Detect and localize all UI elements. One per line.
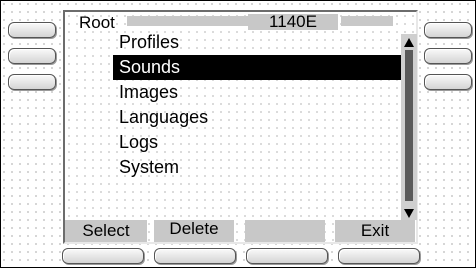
softkey-button-3[interactable]: [246, 248, 328, 264]
menu-list: Profiles Sounds Images Languages Logs Sy…: [113, 30, 403, 180]
right-feature-key-2[interactable]: [424, 48, 472, 64]
left-feature-key-3[interactable]: [8, 74, 56, 90]
triangle-up-icon[interactable]: [404, 38, 414, 47]
softkey-blank-label: [245, 220, 325, 242]
softkey-exit-label: Exit: [335, 220, 415, 242]
scrollbar-thumb[interactable]: [405, 50, 413, 201]
triangle-down-icon[interactable]: [404, 209, 414, 218]
header-bar: [341, 16, 393, 26]
softkey-button-1[interactable]: [62, 248, 144, 264]
softkey-button-2[interactable]: [154, 248, 236, 264]
softkey-select-label: Select: [65, 220, 147, 242]
menu-item-languages[interactable]: Languages: [113, 105, 403, 130]
softkey-button-4[interactable]: [338, 248, 420, 264]
left-feature-key-1[interactable]: [8, 22, 56, 38]
left-feature-key-2[interactable]: [8, 48, 56, 64]
menu-item-system[interactable]: System: [113, 155, 403, 180]
menu-item-sounds[interactable]: Sounds: [113, 55, 403, 80]
header-title: Root: [79, 13, 115, 32]
softkey-delete-label: Delete: [154, 220, 234, 242]
phone-display: Root 1140E Profiles Sounds Images Langua…: [63, 10, 418, 244]
menu-item-logs[interactable]: Logs: [113, 130, 403, 155]
menu-item-images[interactable]: Images: [113, 80, 403, 105]
right-feature-key-3[interactable]: [424, 74, 472, 90]
right-feature-key-1[interactable]: [424, 22, 472, 38]
menu-item-profiles[interactable]: Profiles: [113, 30, 403, 55]
header-model: 1140E: [248, 13, 338, 30]
scrollbar[interactable]: [401, 34, 417, 220]
